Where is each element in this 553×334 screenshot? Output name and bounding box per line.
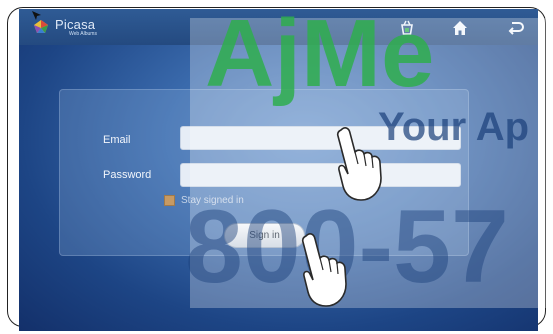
watermark-brand: AjMe	[205, 0, 434, 107]
tap-hand-sign-in-icon	[301, 233, 347, 307]
watermark-overlay: AjMe Your Ap 800-57	[185, 0, 553, 308]
cursor-icon	[32, 11, 41, 20]
tap-hand-email-icon	[336, 127, 382, 201]
watermark-tagline: Your Ap	[378, 105, 529, 149]
